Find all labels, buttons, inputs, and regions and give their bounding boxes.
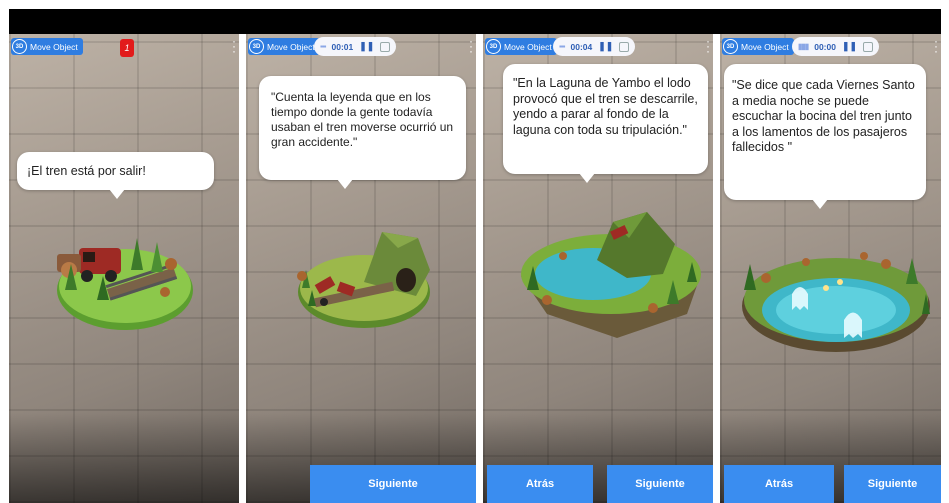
more-options-icon[interactable]: · · ·: [706, 35, 710, 57]
next-button[interactable]: Siguiente: [607, 465, 713, 503]
ar-screen-1: 3D Move Object 1 · · · ¡El tren está por s…: [9, 34, 239, 503]
pause-icon[interactable]: ❚❚: [359, 41, 374, 52]
ar-screen-2: 3D Move Object ▪▪▪ 00:01 ❚❚ · · · "Cuenta …: [246, 34, 476, 503]
speech-bubble: "En la Laguna de Yambo el lodo provocó q…: [503, 64, 708, 183]
back-button[interactable]: Atrás: [724, 465, 834, 503]
more-options-icon[interactable]: · · ·: [469, 35, 473, 57]
move-object-button[interactable]: 3D Move Object: [722, 38, 794, 55]
recording-controls: ▪▪▪ 00:04 ❚❚: [553, 37, 636, 56]
move-object-button[interactable]: 3D Move Object: [485, 38, 557, 55]
next-label: Siguiente: [368, 478, 418, 490]
move-object-label: Move Object: [504, 41, 552, 52]
move-object-button[interactable]: 3D Move Object: [248, 38, 320, 55]
move-object-label: Move Object: [30, 41, 78, 52]
move-object-label: Move Object: [741, 41, 789, 52]
speech-text: "En la Laguna de Yambo el lodo provocó q…: [513, 76, 698, 137]
recording-controls: ▪▪▪ 00:01 ❚❚: [314, 37, 397, 56]
back-button[interactable]: Atrás: [487, 465, 593, 503]
back-label: Atrás: [525, 478, 555, 490]
recording-controls: ▮▮▮ 00:00 ❚❚: [792, 37, 880, 56]
next-button[interactable]: Siguiente: [310, 465, 476, 503]
ar-screen-3: 3D Move Object ▪▪▪ 00:04 ❚❚ · · · "En la L…: [483, 34, 713, 503]
more-options-icon[interactable]: · · ·: [934, 35, 938, 57]
pause-icon[interactable]: ❚❚: [842, 41, 857, 52]
audio-wave-icon: ▪▪▪: [559, 42, 565, 51]
crash-diorama-3d-model[interactable]: [294, 230, 444, 340]
lagoon-diorama-3d-model[interactable]: [517, 204, 707, 344]
ar-3d-icon: 3D: [486, 39, 501, 54]
stop-icon[interactable]: [380, 41, 391, 52]
ar-3d-icon: 3D: [723, 39, 738, 54]
audio-timer: 00:00: [814, 41, 836, 52]
notification-badge: 1: [120, 39, 134, 57]
speech-bubble: "Cuenta la leyenda que en los tiempo don…: [259, 76, 466, 189]
next-label: Siguiente: [635, 478, 685, 490]
speech-bubble: "Se dice que cada Viernes Santo a media …: [724, 64, 926, 209]
move-object-label: Move Object: [267, 41, 315, 52]
ar-3d-icon: 3D: [249, 39, 264, 54]
more-options-icon[interactable]: · · ·: [232, 35, 236, 57]
status-bar: [9, 9, 941, 34]
audio-wave-icon: ▮▮▮: [798, 42, 809, 51]
audio-wave-icon: ▪▪▪: [320, 42, 326, 51]
audio-timer: 00:01: [331, 41, 354, 52]
ghost-lagoon-diorama-3d-model[interactable]: [736, 234, 936, 364]
speech-text: "Cuenta la leyenda que en los tiempo don…: [271, 90, 454, 149]
pause-icon[interactable]: ❚❚: [598, 41, 613, 52]
ar-3d-icon: 3D: [12, 39, 27, 54]
train-diorama-3d-model[interactable]: [47, 230, 197, 340]
speech-text: ¡El tren está por salir!: [27, 164, 146, 178]
stop-icon[interactable]: [619, 41, 630, 52]
move-object-button[interactable]: 3D Move Object: [11, 38, 83, 55]
ar-screen-4: 3D Move Object ▮▮▮ 00:00 ❚❚ · · · "Se dice…: [720, 34, 941, 503]
audio-timer: 00:04: [570, 41, 593, 52]
bottom-shadow: [9, 413, 239, 503]
back-label: Atrás: [764, 478, 794, 490]
speech-bubble: ¡El tren está por salir!: [17, 152, 214, 199]
next-label: Siguiente: [867, 478, 918, 490]
speech-text: "Se dice que cada Viernes Santo a media …: [732, 78, 915, 154]
next-button[interactable]: Siguiente: [844, 465, 941, 503]
stop-icon[interactable]: [863, 41, 874, 52]
